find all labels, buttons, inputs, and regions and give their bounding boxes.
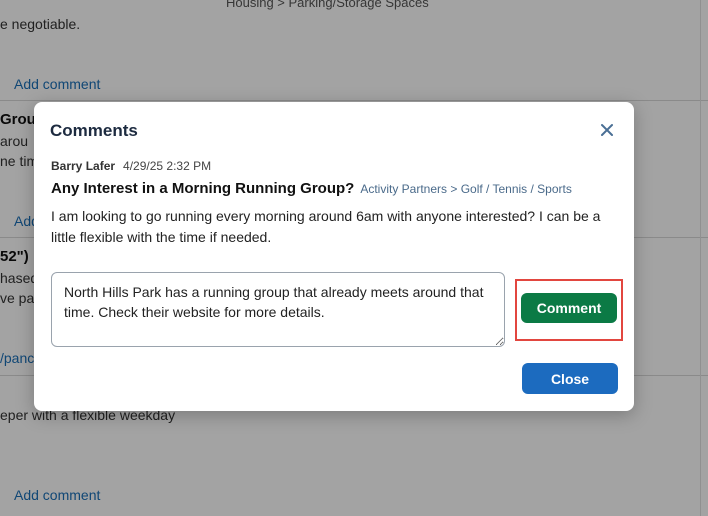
comment-input[interactable]: North Hills Park has a running group tha… (51, 272, 505, 347)
post-title-row: Any Interest in a Morning Running Group?… (51, 180, 572, 197)
close-button[interactable]: Close (522, 363, 618, 394)
author-name: Barry Lafer (51, 159, 116, 173)
post-body: I am looking to go running every morning… (51, 208, 601, 245)
post-title: Any Interest in a Morning Running Group? (51, 180, 355, 197)
comments-modal: Comments Barry Lafer 4/29/25 2:32 PM Any … (34, 102, 634, 411)
close-icon[interactable] (598, 121, 616, 139)
post-category: Activity Partners > Golf / Tennis / Spor… (360, 182, 572, 196)
modal-title: Comments (50, 121, 138, 140)
post-meta: Barry Lafer 4/29/25 2:32 PM (51, 159, 211, 173)
post-date: 4/29/25 2:32 PM (123, 159, 212, 173)
comment-button[interactable]: Comment (521, 293, 617, 323)
